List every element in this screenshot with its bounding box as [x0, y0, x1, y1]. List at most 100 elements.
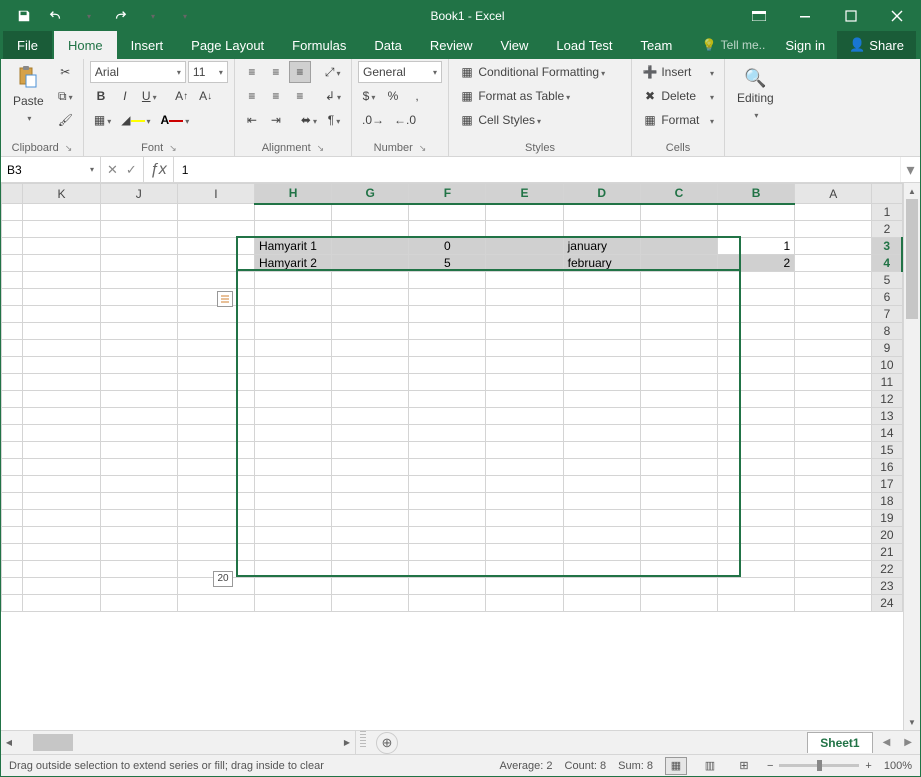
close-button[interactable]: [874, 1, 920, 31]
formula-input[interactable]: 1: [174, 157, 900, 182]
cell-E24[interactable]: [486, 595, 563, 612]
cell-E17[interactable]: [486, 476, 563, 493]
row-header-9[interactable]: 9: [872, 340, 902, 357]
cell-A21[interactable]: [795, 544, 872, 561]
cell-J1[interactable]: [100, 204, 177, 221]
cell-G3[interactable]: [332, 238, 409, 255]
cell-B11[interactable]: [717, 374, 794, 391]
tab-home[interactable]: Home: [54, 31, 117, 59]
cell-A24[interactable]: [795, 595, 872, 612]
cell-G4[interactable]: [332, 255, 409, 272]
align-right-button[interactable]: ≡: [289, 85, 311, 107]
cell-F22[interactable]: [409, 561, 486, 578]
cell-K10[interactable]: [23, 357, 100, 374]
cell-C1[interactable]: [640, 204, 717, 221]
cell-C3[interactable]: [640, 238, 717, 255]
cell-K22[interactable]: [23, 561, 100, 578]
cell-G22[interactable]: [332, 561, 409, 578]
cell-D4[interactable]: february: [563, 255, 640, 272]
cell-F18[interactable]: [409, 493, 486, 510]
cell-D12[interactable]: [563, 391, 640, 408]
tab-team[interactable]: Team: [627, 31, 687, 59]
cell-C24[interactable]: [640, 595, 717, 612]
cell-K24[interactable]: [23, 595, 100, 612]
cell-H18[interactable]: [254, 493, 331, 510]
fx-icon[interactable]: ƒx: [144, 157, 174, 182]
row-header-24[interactable]: 24: [872, 595, 902, 612]
cell-H6[interactable]: [254, 289, 331, 306]
cell-D22[interactable]: [563, 561, 640, 578]
cell-D7[interactable]: [563, 306, 640, 323]
number-format-combo[interactable]: General▾: [358, 61, 442, 83]
cell-B17[interactable]: [717, 476, 794, 493]
cell-F7[interactable]: [409, 306, 486, 323]
cell-F5[interactable]: [409, 272, 486, 289]
redo-button[interactable]: [105, 1, 135, 31]
cell-J10[interactable]: [100, 357, 177, 374]
cell-D16[interactable]: [563, 459, 640, 476]
cell-A6[interactable]: [795, 289, 872, 306]
delete-cells-button[interactable]: ✖ Delete: [638, 85, 718, 107]
cell-K20[interactable]: [23, 527, 100, 544]
vertical-scrollbar[interactable]: ▲ ▼: [903, 183, 920, 730]
cell-F2[interactable]: [409, 221, 486, 238]
cell-I10[interactable]: [177, 357, 254, 374]
cell-I2[interactable]: [177, 221, 254, 238]
cell-E13[interactable]: [486, 408, 563, 425]
formula-expand-icon[interactable]: ▾: [900, 157, 920, 182]
cell-F13[interactable]: [409, 408, 486, 425]
conditional-formatting-button[interactable]: ▦ Conditional Formatting: [455, 61, 625, 83]
cell-D2[interactable]: [563, 221, 640, 238]
cell-D1[interactable]: [563, 204, 640, 221]
cell-D14[interactable]: [563, 425, 640, 442]
alignment-launcher[interactable]: ↘: [317, 143, 325, 154]
cell-H14[interactable]: [254, 425, 331, 442]
cell-F8[interactable]: [409, 323, 486, 340]
tab-view[interactable]: View: [486, 31, 542, 59]
cell-F11[interactable]: [409, 374, 486, 391]
zoom-in-button[interactable]: +: [865, 760, 871, 772]
row-header-15[interactable]: 15: [872, 442, 902, 459]
align-left-button[interactable]: ≡: [241, 85, 263, 107]
column-header-H[interactable]: H: [254, 184, 331, 204]
scroll-down-arrow[interactable]: ▼: [904, 714, 920, 730]
undo-dropdown[interactable]: [73, 1, 103, 31]
row-header-17[interactable]: 17: [872, 476, 902, 493]
cell-K21[interactable]: [23, 544, 100, 561]
cell-F15[interactable]: [409, 442, 486, 459]
cell-C6[interactable]: [640, 289, 717, 306]
cell-E8[interactable]: [486, 323, 563, 340]
cell-B24[interactable]: [717, 595, 794, 612]
cell-E15[interactable]: [486, 442, 563, 459]
cell-I17[interactable]: [177, 476, 254, 493]
cell-A8[interactable]: [795, 323, 872, 340]
cell-G24[interactable]: [332, 595, 409, 612]
tab-formulas[interactable]: Formulas: [278, 31, 360, 59]
cell-F21[interactable]: [409, 544, 486, 561]
cell-styles-button[interactable]: ▦ Cell Styles: [455, 109, 625, 131]
underline-button[interactable]: U: [138, 85, 161, 107]
spreadsheet-grid[interactable]: KJIHGFEDCBA12Hamyarit 10january13Hamyari…: [1, 183, 903, 730]
cell-H16[interactable]: [254, 459, 331, 476]
cell-A1[interactable]: [795, 204, 872, 221]
cell-G8[interactable]: [332, 323, 409, 340]
tab-page-layout[interactable]: Page Layout: [177, 31, 278, 59]
decrease-indent-button[interactable]: ⇤: [241, 109, 263, 131]
cell-E19[interactable]: [486, 510, 563, 527]
cell-B9[interactable]: [717, 340, 794, 357]
cell-A11[interactable]: [795, 374, 872, 391]
cell-J17[interactable]: [100, 476, 177, 493]
cell-B2[interactable]: [717, 221, 794, 238]
row-header-6[interactable]: 6: [872, 289, 902, 306]
cell-B14[interactable]: [717, 425, 794, 442]
cell-G6[interactable]: [332, 289, 409, 306]
bold-button[interactable]: B: [90, 85, 112, 107]
cell-E11[interactable]: [486, 374, 563, 391]
cell-K13[interactable]: [23, 408, 100, 425]
align-top-button[interactable]: ≡: [241, 61, 263, 83]
cell-I19[interactable]: [177, 510, 254, 527]
cell-B20[interactable]: [717, 527, 794, 544]
cell-G20[interactable]: [332, 527, 409, 544]
cell-A16[interactable]: [795, 459, 872, 476]
cell-K3[interactable]: [23, 238, 100, 255]
